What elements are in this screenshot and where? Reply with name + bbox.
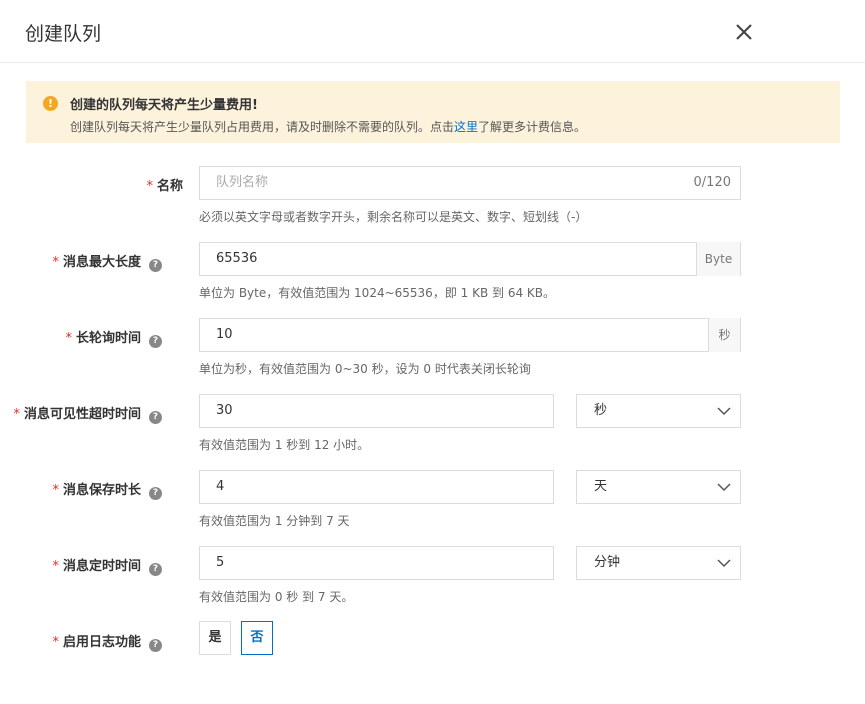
- notice-text-before: 创建队列每天将产生少量队列占用费用，请及时删除不需要的队列。点击: [70, 120, 455, 134]
- notice-title: 创建的队列每天将产生少量费用!: [70, 98, 258, 113]
- delay-unit: 分钟: [594, 555, 621, 570]
- delay-value: 5: [216, 555, 225, 570]
- name-label: * 名称: [146, 179, 183, 194]
- long-poll-hint: 单位为秒，有效值范围为 0~30 秒，设为 0 时代表关闭长轮询: [199, 362, 531, 376]
- billing-info-link[interactable]: 这里: [454, 120, 478, 134]
- help-icon[interactable]: ?: [149, 563, 162, 576]
- help-icon[interactable]: ?: [149, 639, 162, 652]
- help-icon[interactable]: ?: [149, 259, 162, 272]
- visibility-unit: 秒: [594, 403, 608, 418]
- retention-value: 4: [216, 479, 225, 494]
- max-length-input[interactable]: 65536 Byte: [199, 242, 741, 276]
- close-icon[interactable]: [733, 21, 755, 43]
- long-poll-value: 10: [216, 327, 233, 342]
- help-icon[interactable]: ?: [149, 411, 162, 424]
- queue-name-placeholder: 队列名称: [216, 175, 269, 190]
- billing-notice: ! 创建的队列每天将产生少量费用! 创建队列每天将产生少量队列占用费用，请及时删…: [26, 81, 840, 143]
- logging-no-button[interactable]: 否: [241, 621, 273, 655]
- help-icon[interactable]: ?: [149, 335, 162, 348]
- visibility-input[interactable]: 30: [199, 394, 554, 428]
- help-icon[interactable]: ?: [149, 487, 162, 500]
- long-poll-input[interactable]: 10 秒: [199, 318, 741, 352]
- visibility-unit-select[interactable]: 秒: [576, 394, 741, 428]
- notice-text-after: 了解更多计费信息。: [478, 120, 587, 134]
- queue-name-input[interactable]: 队列名称 0/120: [199, 166, 741, 200]
- delay-label: * 消息定时时间?: [0, 555, 162, 576]
- dialog-title: 创建队列: [25, 23, 102, 45]
- name-char-counter: 0/120: [693, 175, 731, 190]
- chevron-down-icon: [717, 407, 731, 416]
- long-poll-unit: 秒: [708, 318, 740, 352]
- visibility-hint: 有效值范围为 1 秒到 12 小时。: [199, 438, 370, 452]
- delay-input[interactable]: 5: [199, 546, 554, 580]
- chevron-down-icon: [717, 483, 731, 492]
- delay-unit-select[interactable]: 分钟: [576, 546, 741, 580]
- retention-unit: 天: [594, 479, 608, 494]
- logging-label: * 启用日志功能?: [0, 631, 162, 652]
- retention-label: * 消息保存时长?: [0, 479, 162, 500]
- visibility-value: 30: [216, 403, 233, 418]
- max-length-value: 65536: [216, 251, 258, 266]
- retention-input[interactable]: 4: [199, 470, 554, 504]
- visibility-label: * 消息可见性超时时间?: [0, 403, 162, 424]
- name-hint: 必须以英文字母或者数字开头，剩余名称可以是英文、数字、短划线（-）: [199, 210, 588, 224]
- retention-hint: 有效值范围为 1 分钟到 7 天: [199, 514, 350, 528]
- max-length-label: * 消息最大长度?: [0, 251, 162, 272]
- notice-text: 创建队列每天将产生少量队列占用费用，请及时删除不需要的队列。点击这里了解更多计费…: [70, 118, 586, 135]
- dialog-header: 创建队列: [0, 0, 865, 63]
- long-poll-label: * 长轮询时间?: [0, 327, 162, 348]
- delay-hint: 有效值范围为 0 秒 到 7 天。: [199, 590, 354, 604]
- retention-unit-select[interactable]: 天: [576, 470, 741, 504]
- max-length-hint: 单位为 Byte，有效值范围为 1024~65536，即 1 KB 到 64 K…: [199, 286, 555, 300]
- chevron-down-icon: [717, 559, 731, 568]
- max-length-unit: Byte: [696, 242, 740, 276]
- logging-yes-button[interactable]: 是: [199, 621, 231, 655]
- warning-icon: !: [43, 96, 58, 111]
